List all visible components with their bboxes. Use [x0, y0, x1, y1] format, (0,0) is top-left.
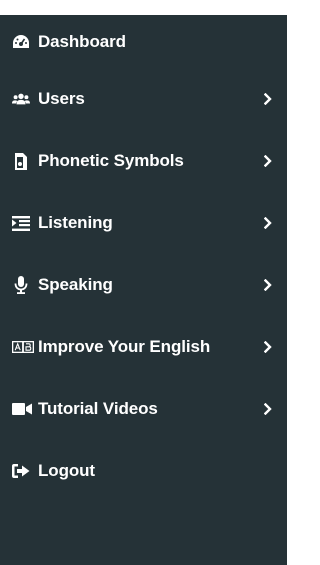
sidebar-item-label: Improve Your English: [38, 337, 211, 356]
video-camera-icon: [12, 400, 32, 418]
sidebar-right-edge: [287, 15, 292, 565]
sidebar-menu: Dashboard Users Phonetic Symbols Listeni…: [0, 15, 287, 502]
sidebar-item-improve-your-english[interactable]: Improve Your English: [0, 316, 287, 378]
sidebar-item-label: Logout: [38, 461, 95, 480]
chevron-right-icon: [263, 217, 273, 229]
sidebar-item-label: Listening: [38, 213, 113, 232]
chevron-right-icon: [263, 93, 273, 105]
sidebar-item-dashboard[interactable]: Dashboard: [0, 15, 287, 68]
sidebar-item-logout[interactable]: Logout: [0, 440, 287, 502]
sidebar-item-label: Speaking: [38, 275, 113, 294]
sidebar-item-label: Dashboard: [38, 31, 126, 51]
chevron-right-icon: [263, 341, 273, 353]
sidebar-item-label: Tutorial Videos: [38, 399, 158, 418]
sidebar-item-label: Users: [38, 89, 85, 108]
microphone-icon: [12, 276, 30, 294]
sidebar-item-tutorial-videos[interactable]: Tutorial Videos: [0, 378, 287, 440]
sidebar: Dashboard Users Phonetic Symbols Listeni…: [0, 15, 287, 565]
chevron-right-icon: [263, 279, 273, 291]
document-icon: [12, 152, 30, 170]
logout-icon: [12, 462, 30, 480]
chevron-right-icon: [263, 155, 273, 167]
sidebar-item-users[interactable]: Users: [0, 68, 287, 130]
users-icon: [12, 90, 30, 108]
sidebar-item-listening[interactable]: Listening: [0, 192, 287, 254]
sidebar-item-phonetic-symbols[interactable]: Phonetic Symbols: [0, 130, 287, 192]
listening-list-icon: [12, 214, 30, 232]
sidebar-item-speaking[interactable]: Speaking: [0, 254, 287, 316]
dashboard-gauge-icon: [12, 33, 30, 51]
chevron-right-icon: [263, 403, 273, 415]
sidebar-item-label: Phonetic Symbols: [38, 151, 184, 170]
ab-language-icon: [12, 338, 34, 356]
